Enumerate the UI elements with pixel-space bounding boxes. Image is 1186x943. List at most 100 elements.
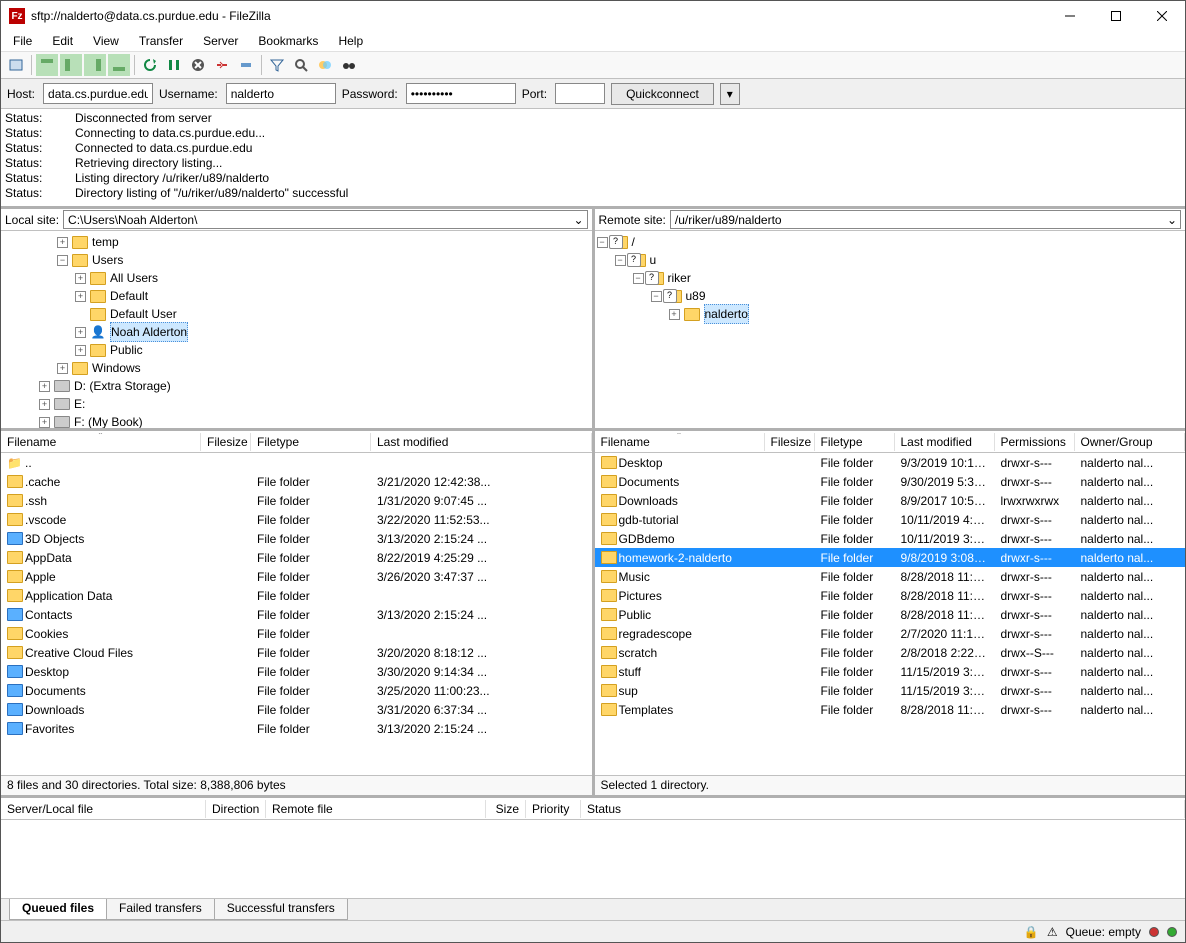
tree-node[interactable]: −u [597, 251, 1184, 269]
tree-node[interactable]: −Users [3, 251, 590, 269]
warning-icon[interactable]: ⚠ [1047, 925, 1058, 939]
expand-icon[interactable]: + [75, 345, 86, 356]
expand-icon[interactable]: + [39, 381, 50, 392]
quickconnect-button[interactable]: Quickconnect [611, 83, 714, 105]
cancel-icon[interactable] [187, 54, 209, 76]
menu-file[interactable]: File [5, 32, 40, 50]
expand-icon[interactable]: + [75, 327, 86, 338]
toggle-queue-icon[interactable] [108, 54, 130, 76]
list-item[interactable]: DesktopFile folder3/30/2020 9:14:34 ... [1, 662, 592, 681]
tree-node[interactable]: +nalderto [597, 305, 1184, 323]
tab-successful[interactable]: Successful transfers [214, 899, 348, 920]
tree-node[interactable]: +Windows [3, 359, 590, 377]
local-list-header[interactable]: ⌃Filename Filesize Filetype Last modifie… [1, 431, 592, 453]
expand-icon[interactable]: + [39, 417, 50, 428]
list-item[interactable]: scratchFile folder2/8/2018 2:22:5...drwx… [595, 643, 1186, 662]
list-item[interactable]: .sshFile folder1/31/2020 9:07:45 ... [1, 491, 592, 510]
toggle-log-icon[interactable] [36, 54, 58, 76]
tree-node[interactable]: +D: (Extra Storage) [3, 377, 590, 395]
list-item[interactable]: DownloadsFile folder8/9/2017 10:56:...lr… [595, 491, 1186, 510]
maximize-button[interactable] [1093, 1, 1139, 31]
process-queue-icon[interactable] [163, 54, 185, 76]
tree-node[interactable]: Default User [3, 305, 590, 323]
chevron-down-icon[interactable]: ⌄ [573, 213, 585, 227]
username-input[interactable] [226, 83, 336, 104]
close-button[interactable] [1139, 1, 1185, 31]
search-icon[interactable] [290, 54, 312, 76]
list-item[interactable]: regradescopeFile folder2/7/2020 11:13:..… [595, 624, 1186, 643]
expand-icon[interactable]: + [39, 399, 50, 410]
tab-queued[interactable]: Queued files [9, 899, 107, 920]
chevron-down-icon[interactable]: ⌄ [1166, 213, 1178, 227]
menu-view[interactable]: View [85, 32, 127, 50]
expand-icon[interactable]: − [615, 255, 626, 266]
expand-icon[interactable]: + [75, 291, 86, 302]
toggle-remote-tree-icon[interactable] [84, 54, 106, 76]
list-item[interactable]: stuffFile folder11/15/2019 3:3...drwxr-s… [595, 662, 1186, 681]
list-item[interactable]: PicturesFile folder8/28/2018 11:2...drwx… [595, 586, 1186, 605]
list-item[interactable]: FavoritesFile folder3/13/2020 2:15:24 ..… [1, 719, 592, 738]
lock-icon[interactable]: 🔒 [1024, 925, 1039, 939]
list-item[interactable]: PublicFile folder8/28/2018 11:2...drwxr-… [595, 605, 1186, 624]
minimize-button[interactable] [1047, 1, 1093, 31]
list-item[interactable]: supFile folder11/15/2019 3:3...drwxr-s--… [595, 681, 1186, 700]
tree-node[interactable]: +Public [3, 341, 590, 359]
binoculars-icon[interactable] [338, 54, 360, 76]
list-item[interactable]: CookiesFile folder [1, 624, 592, 643]
list-item[interactable]: TemplatesFile folder8/28/2018 11:2...drw… [595, 700, 1186, 719]
list-item[interactable]: gdb-tutorialFile folder10/11/2019 4:0...… [595, 510, 1186, 529]
toggle-local-tree-icon[interactable] [60, 54, 82, 76]
tree-node[interactable]: −riker [597, 269, 1184, 287]
expand-icon[interactable]: − [57, 255, 68, 266]
list-item[interactable]: GDBdemoFile folder10/11/2019 3:5...drwxr… [595, 529, 1186, 548]
queue-body[interactable] [1, 820, 1185, 898]
tree-node[interactable]: −/ [597, 233, 1184, 251]
compare-icon[interactable] [314, 54, 336, 76]
host-input[interactable] [43, 83, 153, 104]
queue-header[interactable]: Server/Local file Direction Remote file … [1, 798, 1185, 820]
tree-node[interactable]: +👤Noah Alderton [3, 323, 590, 341]
expand-icon[interactable]: + [57, 363, 68, 374]
tree-node[interactable]: +temp [3, 233, 590, 251]
remote-path-combo[interactable]: /u/riker/u89/nalderto ⌄ [670, 210, 1181, 229]
remote-list-header[interactable]: ⌃Filename Filesize Filetype Last modifie… [595, 431, 1186, 453]
expand-icon[interactable]: − [651, 291, 662, 302]
list-item[interactable]: MusicFile folder8/28/2018 11:2...drwxr-s… [595, 567, 1186, 586]
local-file-body[interactable]: 📁...cacheFile folder3/21/2020 12:42:38..… [1, 453, 592, 775]
expand-icon[interactable]: − [633, 273, 644, 284]
list-item[interactable]: homework-2-naldertoFile folder9/8/2019 3… [595, 548, 1186, 567]
list-item[interactable]: 📁.. [1, 453, 592, 472]
list-item[interactable]: .vscodeFile folder3/22/2020 11:52:53... [1, 510, 592, 529]
list-item[interactable]: AppleFile folder3/26/2020 3:47:37 ... [1, 567, 592, 586]
filter-icon[interactable] [266, 54, 288, 76]
password-input[interactable] [406, 83, 516, 104]
list-item[interactable]: AppDataFile folder8/22/2019 4:25:29 ... [1, 548, 592, 567]
log-pane[interactable]: Status:Disconnected from serverStatus:Co… [1, 109, 1185, 209]
tab-failed[interactable]: Failed transfers [106, 899, 215, 920]
expand-icon[interactable]: + [75, 273, 86, 284]
menu-bookmarks[interactable]: Bookmarks [250, 32, 326, 50]
tree-node[interactable]: −u89 [597, 287, 1184, 305]
menu-edit[interactable]: Edit [44, 32, 81, 50]
refresh-icon[interactable] [139, 54, 161, 76]
tree-node[interactable]: +E: [3, 395, 590, 413]
tree-node[interactable]: +F: (My Book) [3, 413, 590, 431]
list-item[interactable]: 3D ObjectsFile folder3/13/2020 2:15:24 .… [1, 529, 592, 548]
tree-node[interactable]: +Default [3, 287, 590, 305]
menu-help[interactable]: Help [330, 32, 371, 50]
expand-icon[interactable]: − [597, 237, 608, 248]
reconnect-icon[interactable] [235, 54, 257, 76]
local-tree[interactable]: +temp−Users+All Users+DefaultDefault Use… [1, 231, 592, 431]
list-item[interactable]: DocumentsFile folder9/30/2019 5:39:...dr… [595, 472, 1186, 491]
list-item[interactable]: ContactsFile folder3/13/2020 2:15:24 ... [1, 605, 592, 624]
list-item[interactable]: DesktopFile folder9/3/2019 10:16:...drwx… [595, 453, 1186, 472]
tree-node[interactable]: +All Users [3, 269, 590, 287]
remote-tree[interactable]: −/−u−riker−u89+nalderto [595, 231, 1186, 431]
quickconnect-dropdown[interactable]: ▾ [720, 83, 740, 105]
list-item[interactable]: Creative Cloud FilesFile folder3/20/2020… [1, 643, 592, 662]
list-item[interactable]: Application DataFile folder [1, 586, 592, 605]
remote-file-body[interactable]: DesktopFile folder9/3/2019 10:16:...drwx… [595, 453, 1186, 775]
local-path-combo[interactable]: C:\Users\Noah Alderton\ ⌄ [63, 210, 587, 229]
menu-transfer[interactable]: Transfer [131, 32, 191, 50]
list-item[interactable]: DocumentsFile folder3/25/2020 11:00:23..… [1, 681, 592, 700]
